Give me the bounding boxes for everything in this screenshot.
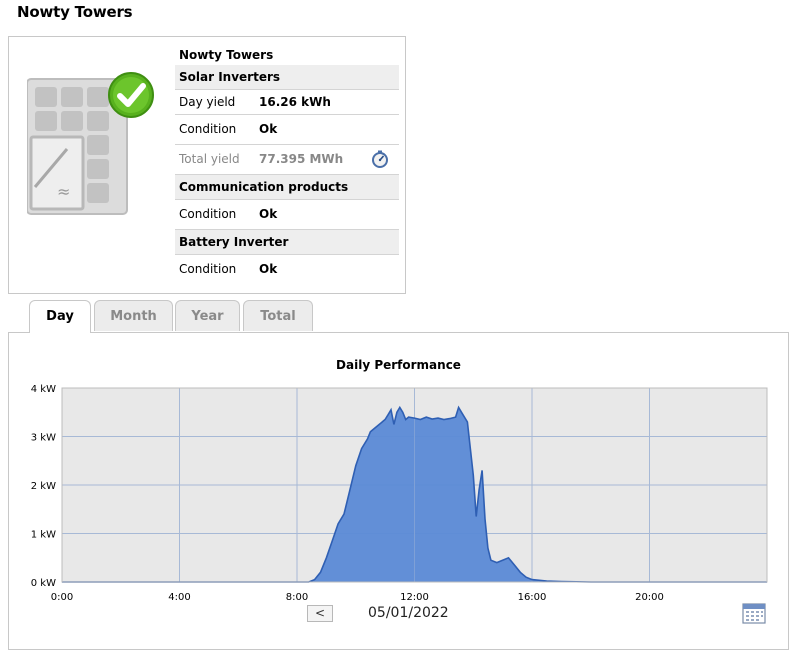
- battery-condition-row: Condition Ok: [175, 255, 399, 284]
- communication-condition-label: Condition: [179, 207, 237, 221]
- total-yield-label: Total yield: [179, 152, 240, 166]
- y-tick-label: 1 kW: [31, 530, 56, 541]
- tab-total[interactable]: Total: [243, 300, 313, 331]
- battery-inverter-header: Battery Inverter: [175, 230, 399, 255]
- communication-condition-row: Condition Ok: [175, 200, 399, 230]
- total-yield-row: Total yield 77.395 MWh: [175, 145, 399, 175]
- x-tick-label: 16:00: [518, 592, 547, 603]
- chart-panel: Daily Performance 0:00 4:00 8:00 12:00 16:00…: [8, 332, 789, 650]
- battery-condition-value: Ok: [259, 262, 278, 276]
- x-tick-label: 20:00: [635, 592, 664, 603]
- daily-performance-chart: 0:00 4:00 8:00 12:00 16:00 20:00 0 kW 1 kW 2 kW 3…: [31, 384, 768, 603]
- y-tick-label: 4 kW: [31, 384, 56, 395]
- y-tick-label: 2 kW: [31, 481, 56, 492]
- day-yield-value: 16.26 kWh: [259, 95, 331, 109]
- calendar-icon[interactable]: [742, 602, 766, 624]
- solar-condition-value: Ok: [259, 122, 278, 136]
- x-tick-label: 12:00: [400, 592, 429, 603]
- tab-day[interactable]: Day: [29, 300, 91, 333]
- day-yield-row: Day yield 16.26 kWh: [175, 90, 399, 115]
- plant-name: Nowty Towers: [179, 48, 274, 62]
- solar-condition-label: Condition: [179, 122, 237, 136]
- tab-month[interactable]: Month: [94, 300, 173, 331]
- tab-year[interactable]: Year: [175, 300, 240, 331]
- solar-panel-check-icon: ≈: [27, 72, 154, 215]
- plant-overview-panel: ≈ Nowty Towers Solar Inverters Day yield…: [8, 36, 406, 294]
- page-title: Nowty Towers: [17, 3, 133, 21]
- x-tick-label: 0:00: [51, 592, 73, 603]
- y-tick-label: 3 kW: [31, 433, 56, 444]
- gauge-icon[interactable]: [371, 150, 389, 168]
- x-tick-label: 8:00: [286, 592, 308, 603]
- date-label: 05/01/2022: [368, 605, 449, 621]
- plant-info-table: Nowty Towers Solar Inverters Day yield 1…: [175, 45, 399, 284]
- y-tick-label: 0 kW: [31, 578, 56, 589]
- day-yield-label: Day yield: [179, 95, 236, 109]
- total-yield-value: 77.395 MWh: [259, 152, 344, 166]
- x-tick-label: 4:00: [168, 592, 190, 603]
- svg-text:≈: ≈: [57, 182, 70, 201]
- solar-condition-row: Condition Ok: [175, 115, 399, 145]
- previous-day-button[interactable]: <: [307, 605, 333, 622]
- communication-products-header: Communication products: [175, 175, 399, 200]
- battery-condition-label: Condition: [179, 262, 237, 276]
- communication-condition-value: Ok: [259, 207, 278, 221]
- solar-inverters-header: Solar Inverters: [175, 65, 399, 90]
